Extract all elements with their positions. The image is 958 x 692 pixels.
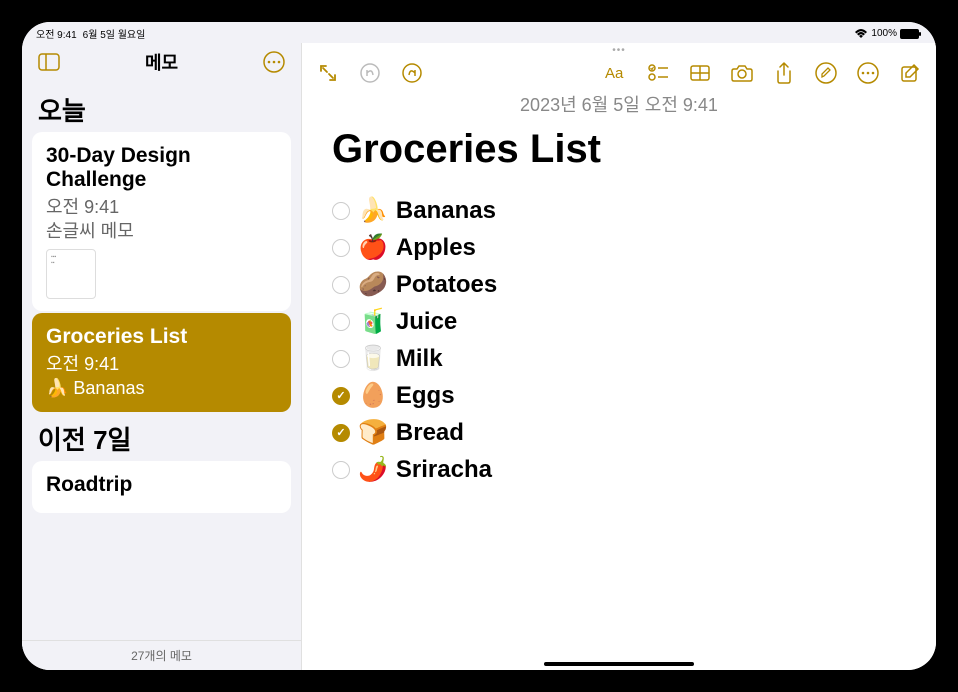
section-header-prev7: 이전 7일: [32, 414, 291, 461]
check-circle[interactable]: [332, 276, 350, 294]
checklist-item[interactable]: 🍌 Bananas: [332, 192, 906, 229]
checklist-item[interactable]: ✓ 🥚 Eggs: [332, 377, 906, 414]
status-time: 오전 9:41: [36, 26, 77, 41]
item-text: Sriracha: [396, 456, 492, 484]
check-circle[interactable]: ✓: [332, 424, 350, 442]
checklist-item[interactable]: 🌶️ Sriracha: [332, 451, 906, 488]
editor-toolbar: Aa: [302, 57, 936, 89]
check-circle[interactable]: ✓: [332, 387, 350, 405]
more-options-button[interactable]: [259, 47, 289, 77]
redo-button[interactable]: [400, 61, 424, 85]
checklist-item[interactable]: 🍎 Apples: [332, 229, 906, 266]
notes-count: 27개의 메모: [22, 640, 301, 670]
check-circle[interactable]: [332, 239, 350, 257]
note-date-header: 2023년 6월 5일 오전 9:41: [302, 89, 936, 123]
note-time: 오전 9:41: [46, 354, 119, 374]
checklist-button[interactable]: [646, 61, 670, 85]
note-title: 30-Day Design Challenge: [46, 144, 277, 192]
battery-percent: 100%: [871, 28, 897, 39]
home-indicator[interactable]: [544, 662, 694, 666]
note-preview: 손글씨 메모: [46, 221, 134, 241]
note-title: Groceries List: [46, 325, 277, 349]
check-circle[interactable]: [332, 202, 350, 220]
item-emoji: 🥔: [358, 270, 388, 299]
note-item[interactable]: 30-Day Design Challenge 오전 9:41 손글씨 메모 ▪…: [32, 132, 291, 311]
notes-list[interactable]: 오늘 30-Day Design Challenge 오전 9:41 손글씨 메…: [22, 81, 301, 640]
item-text: Potatoes: [396, 271, 497, 299]
note-item-selected[interactable]: Groceries List 오전 9:41 🍌 Bananas: [32, 313, 291, 412]
note-thumbnail: ▪▪▪▪▪: [46, 249, 96, 299]
note-main-title: Groceries List: [332, 127, 906, 172]
wifi-icon: [854, 29, 868, 39]
item-emoji: 🥚: [358, 381, 388, 410]
battery-icon: [900, 29, 922, 39]
checklist-item[interactable]: ✓ 🍞 Bread: [332, 414, 906, 451]
window-drag-handle[interactable]: •••: [302, 43, 936, 57]
compose-button[interactable]: [898, 61, 922, 85]
note-editor: ••• Aa: [302, 43, 936, 670]
note-content[interactable]: Groceries List 🍌 Bananas 🍎 Apples 🥔 Potatoes 🧃…: [302, 123, 936, 670]
checklist-item[interactable]: 🥔 Potatoes: [332, 266, 906, 303]
item-emoji: 🍌: [358, 196, 388, 225]
camera-button[interactable]: [730, 61, 754, 85]
check-circle[interactable]: [332, 350, 350, 368]
sidebar-toggle-button[interactable]: [34, 47, 64, 77]
item-emoji: 🧃: [358, 307, 388, 336]
drag-dots-icon: •••: [612, 45, 626, 56]
item-text: Bananas: [396, 197, 496, 225]
format-button[interactable]: Aa: [604, 61, 628, 85]
item-emoji: 🍎: [358, 233, 388, 262]
table-button[interactable]: [688, 61, 712, 85]
undo-button[interactable]: [358, 61, 382, 85]
svg-text:Aa: Aa: [605, 65, 624, 82]
item-emoji: 🥛: [358, 344, 388, 373]
sidebar-title: 메모: [64, 49, 259, 75]
more-button[interactable]: [856, 61, 880, 85]
item-text: Milk: [396, 345, 443, 373]
check-circle[interactable]: [332, 461, 350, 479]
item-text: Juice: [396, 308, 457, 336]
check-circle[interactable]: [332, 313, 350, 331]
note-title: Roadtrip: [46, 473, 277, 497]
note-item[interactable]: Roadtrip: [32, 461, 291, 513]
share-button[interactable]: [772, 61, 796, 85]
checklist-item[interactable]: 🧃 Juice: [332, 303, 906, 340]
item-emoji: 🌶️: [358, 455, 388, 484]
item-text: Eggs: [396, 382, 455, 410]
markup-button[interactable]: [814, 61, 838, 85]
section-header-today: 오늘: [32, 85, 291, 132]
note-time: 오전 9:41: [46, 197, 119, 217]
checklist-item[interactable]: 🥛 Milk: [332, 340, 906, 377]
sidebar: 메모 오늘 30-Day Design Challenge 오전 9:41 손글…: [22, 43, 302, 670]
status-bar: 오전 9:41 6월 5일 월요일 100%: [22, 22, 936, 43]
status-date: 6월 5일 월요일: [83, 26, 146, 41]
item-text: Bread: [396, 419, 464, 447]
item-text: Apples: [396, 234, 476, 262]
fullscreen-button[interactable]: [316, 61, 340, 85]
item-emoji: 🍞: [358, 418, 388, 447]
note-preview: 🍌 Bananas: [46, 378, 144, 398]
